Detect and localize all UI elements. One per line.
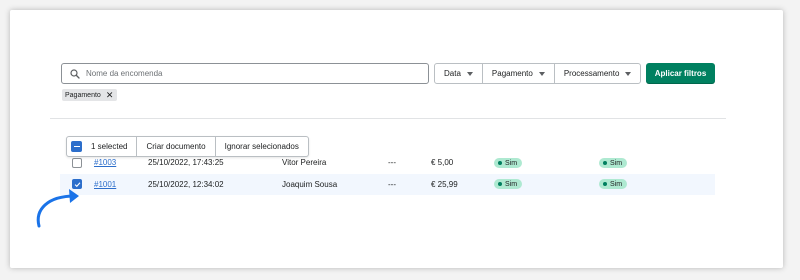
filter-label: Data bbox=[444, 69, 461, 78]
bulk-actions-bar: 1 selected Criar documento Ignorar selec… bbox=[66, 136, 309, 157]
filter-group: Data Pagamento Processamento bbox=[434, 63, 642, 84]
order-link[interactable]: #1003 bbox=[94, 158, 116, 167]
status-dot-icon bbox=[498, 161, 502, 165]
search-input[interactable] bbox=[86, 69, 416, 78]
status-dot-icon bbox=[603, 182, 607, 186]
create-document-button[interactable]: Criar documento bbox=[137, 137, 216, 156]
badge-label: Sim bbox=[610, 159, 623, 167]
caret-down-icon bbox=[625, 71, 632, 76]
select-all-toggle[interactable]: 1 selected bbox=[67, 137, 138, 156]
order-total: € 25,99 bbox=[431, 180, 458, 189]
table-row[interactable]: #1001 25/10/2022, 12:34:02 Joaquim Sousa… bbox=[60, 174, 715, 195]
filter-label: Processamento bbox=[563, 69, 620, 78]
payment-status-badge: Sim bbox=[494, 158, 523, 168]
badge-label: Sim bbox=[610, 180, 623, 188]
indeterminate-checkbox-icon[interactable] bbox=[71, 141, 82, 152]
empty-value: --- bbox=[388, 180, 396, 189]
ignore-selected-button[interactable]: Ignorar selecionados bbox=[216, 137, 308, 156]
client-name: Vitor Pereira bbox=[282, 158, 327, 167]
order-date: 25/10/2022, 17:43:25 bbox=[148, 158, 224, 167]
caret-down-icon bbox=[538, 71, 545, 76]
badge-label: Sim bbox=[505, 180, 518, 188]
filter-data-button[interactable]: Data bbox=[435, 64, 483, 83]
tag-label: Pagamento bbox=[65, 91, 101, 99]
filter-label: Pagamento bbox=[491, 69, 533, 78]
order-link[interactable]: #1001 bbox=[94, 180, 116, 189]
annotation-arrow-icon bbox=[36, 189, 79, 228]
order-total: € 5,00 bbox=[431, 158, 454, 167]
row-checkbox[interactable] bbox=[72, 158, 82, 168]
filter-processamento-button[interactable]: Processamento bbox=[555, 64, 641, 83]
table-row[interactable]: #1003 25/10/2022, 17:43:25 Vitor Pereira… bbox=[60, 155, 715, 176]
empty-value: --- bbox=[388, 158, 396, 167]
status-dot-icon bbox=[498, 182, 502, 186]
divider bbox=[50, 118, 726, 119]
filter-pagamento-button[interactable]: Pagamento bbox=[483, 64, 555, 83]
order-date: 25/10/2022, 12:34:02 bbox=[148, 180, 224, 189]
payment-status-badge: Sim bbox=[494, 179, 523, 189]
client-name: Joaquim Sousa bbox=[282, 180, 338, 189]
caret-down-icon bbox=[466, 71, 473, 76]
processing-status-badge: Sim bbox=[599, 158, 628, 168]
selected-count: 1 selected bbox=[91, 142, 128, 151]
processing-status-badge: Sim bbox=[599, 179, 628, 189]
search-field[interactable] bbox=[61, 63, 429, 84]
close-icon[interactable]: ✕ bbox=[106, 90, 114, 100]
badge-label: Sim bbox=[505, 159, 518, 167]
apply-filters-button[interactable]: Aplicar filtros bbox=[646, 63, 715, 84]
status-dot-icon bbox=[603, 161, 607, 165]
active-filter-tag: Pagamento ✕ bbox=[62, 89, 118, 101]
search-icon bbox=[70, 68, 80, 79]
